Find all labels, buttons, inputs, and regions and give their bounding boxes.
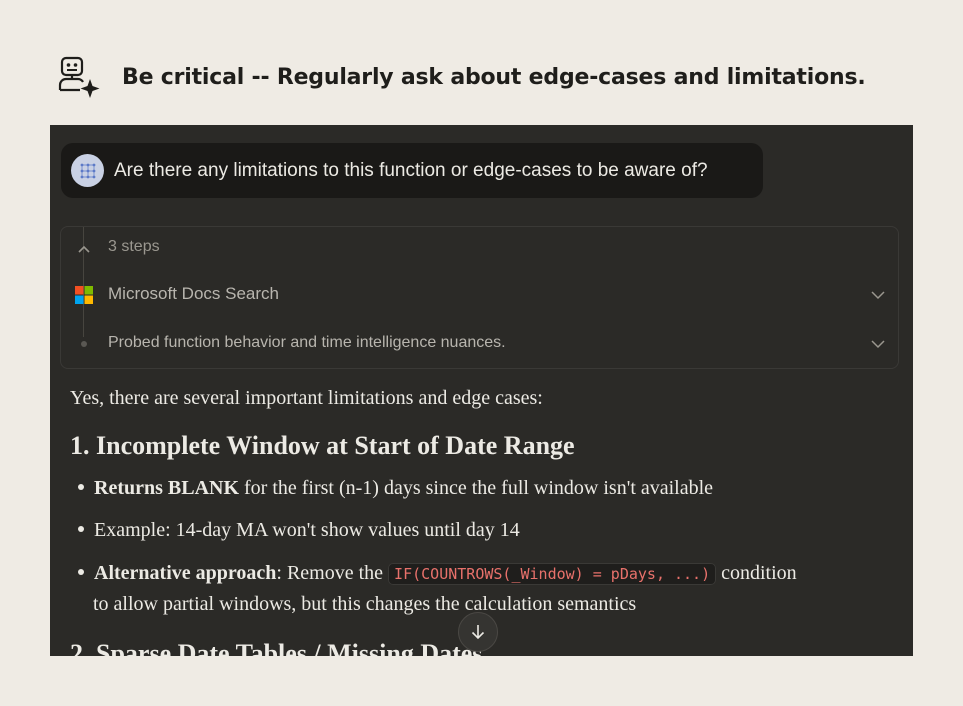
bullet-bold: Alternative approach: [94, 562, 277, 584]
bullet-text: condition: [716, 562, 797, 584]
page-title: Be critical -- Regularly ask about edge-…: [122, 64, 866, 90]
chevron-down-icon[interactable]: [870, 287, 886, 303]
step-item-docs-search[interactable]: Microsoft Docs Search: [61, 283, 898, 307]
user-message-text: Are there any limitations to this functi…: [114, 159, 708, 181]
bullet-text: : Remove the: [276, 562, 389, 584]
robot-sparkle-icon: [58, 56, 100, 98]
bullet-bold: Returns BLANK: [94, 477, 240, 499]
list-item: Alternative approach: Remove the IF(COUN…: [70, 558, 797, 590]
answer-intro: Yes, there are several important limitat…: [70, 387, 543, 409]
list-item: Returns BLANK for the first (n-1) days s…: [70, 473, 713, 504]
bullet-text: Example: 14-day MA won't show values unt…: [94, 519, 520, 541]
bullet-text: for the first (n-1) days since the full …: [239, 477, 714, 499]
dot-icon: [74, 334, 94, 354]
microsoft-logo-icon: [75, 286, 93, 304]
arrow-down-icon: [471, 625, 485, 640]
steps-toggle[interactable]: 3 steps: [61, 237, 898, 261]
user-message: Are there any limitations to this functi…: [61, 143, 763, 198]
section-heading: 1. Incomplete Window at Start of Date Ra…: [70, 431, 575, 460]
avatar: [71, 154, 104, 187]
chevron-down-icon[interactable]: [870, 336, 886, 352]
header: Be critical -- Regularly ask about edge-…: [56, 52, 936, 102]
section-heading: 2. Sparse Date Tables / Missing Dates: [70, 639, 483, 656]
list-item-continuation: to allow partial windows, but this chang…: [93, 593, 637, 615]
bullet-icon: [78, 526, 84, 533]
bullet-icon: [78, 484, 84, 491]
bullet-icon: [78, 569, 84, 576]
chat-panel: Are there any limitations to this functi…: [50, 125, 913, 656]
scroll-to-bottom-button[interactable]: [458, 612, 498, 652]
step-item-probed[interactable]: Probed function behavior and time intell…: [61, 332, 898, 356]
steps-summary: 3 steps: [108, 238, 160, 255]
list-item: Example: 14-day MA won't show values unt…: [70, 515, 520, 546]
step-label: Microsoft Docs Search: [108, 284, 279, 303]
step-label: Probed function behavior and time intell…: [108, 334, 506, 351]
chevron-up-icon: [78, 245, 90, 253]
steps-panel: 3 steps Microsoft Docs Search Probed fun…: [60, 226, 899, 369]
grid-avatar-icon: [80, 163, 95, 178]
inline-code: IF(COUNTROWS(_Window) = pDays, ...): [388, 563, 717, 585]
